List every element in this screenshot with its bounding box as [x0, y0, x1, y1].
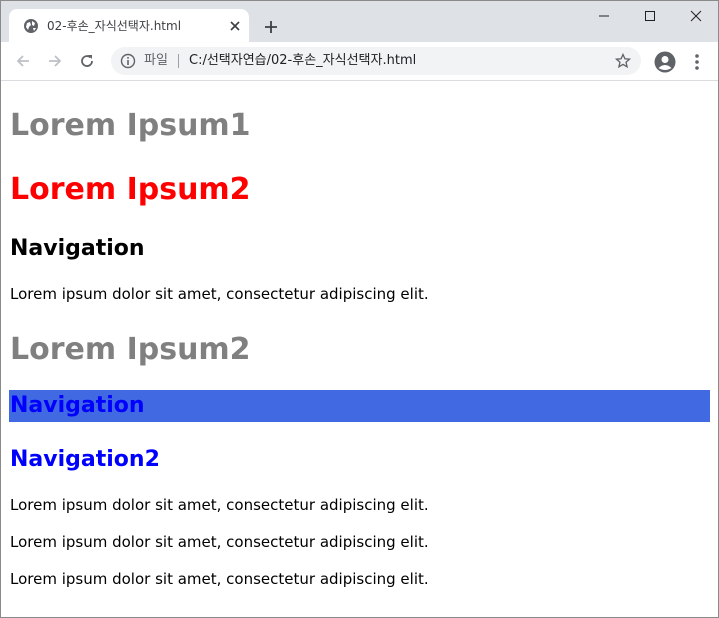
globe-icon: [24, 19, 38, 33]
kebab-menu-icon[interactable]: [689, 52, 705, 72]
heading-navigation2: Navigation2: [10, 447, 160, 472]
window-close-icon[interactable]: [673, 1, 719, 31]
heading-lorem-ipsum2-gray: Lorem Ipsum2: [10, 332, 251, 367]
browser-toolbar: 파일 C:/선택자연습/02-후손_자식선택자.html: [1, 42, 718, 81]
paragraph: Lorem ipsum dolor sit amet, consectetur …: [10, 285, 429, 303]
plus-icon[interactable]: [259, 15, 283, 39]
reload-icon[interactable]: [75, 49, 99, 73]
divider: [178, 54, 179, 68]
tab-strip: 02-후손_자식선택자.html: [1, 1, 718, 42]
paragraph: Lorem ipsum dolor sit amet, consectetur …: [10, 570, 429, 588]
heading-lorem-ipsum2-red: Lorem Ipsum2: [10, 172, 251, 207]
maximize-icon[interactable]: [627, 1, 673, 31]
address-bar[interactable]: 파일 C:/선택자연습/02-후손_자식선택자.html: [111, 47, 641, 75]
close-icon[interactable]: [225, 16, 245, 36]
account-icon[interactable]: [654, 51, 676, 73]
star-icon[interactable]: [615, 53, 631, 69]
paragraph: Lorem ipsum dolor sit amet, consectetur …: [10, 533, 429, 551]
back-arrow-icon[interactable]: [11, 49, 35, 73]
heading-navigation-highlight: Navigation: [10, 393, 145, 418]
paragraph: Lorem ipsum dolor sit amet, consectetur …: [10, 496, 429, 514]
minimize-icon[interactable]: [581, 1, 627, 31]
scheme-label: 파일: [144, 53, 168, 68]
browser-tab[interactable]: 02-후손_자식선택자.html: [9, 9, 249, 42]
url-text[interactable]: C:/선택자연습/02-후손_자식선택자.html: [189, 53, 416, 69]
navigation-highlight-bar: Navigation: [9, 390, 710, 422]
info-icon[interactable]: [120, 53, 136, 69]
heading-lorem-ipsum1: Lorem Ipsum1: [10, 108, 251, 143]
tab-title: 02-후손_자식선택자.html: [47, 19, 182, 33]
heading-navigation: Navigation: [10, 236, 145, 261]
forward-arrow-icon[interactable]: [43, 49, 67, 73]
